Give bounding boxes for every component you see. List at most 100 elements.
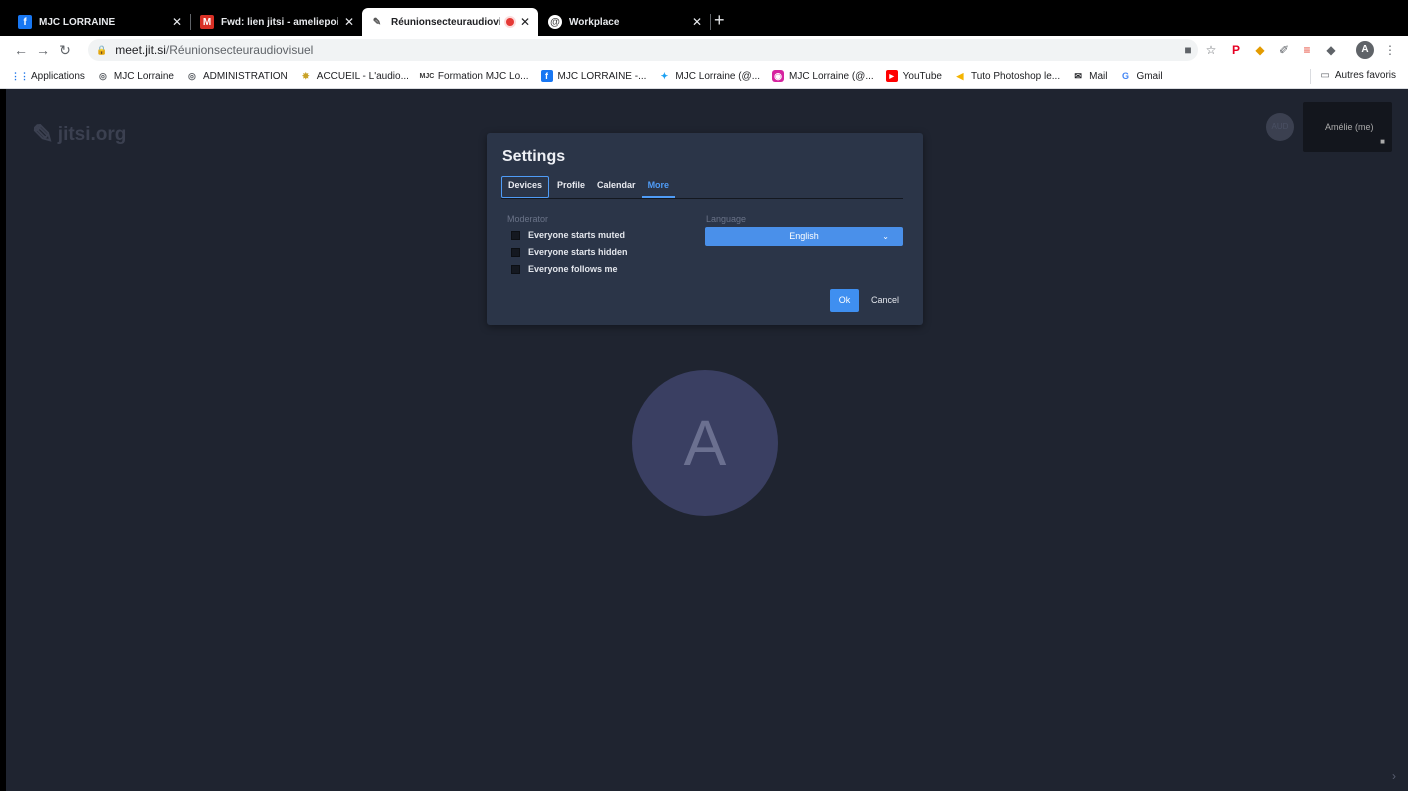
bookmark-mjc-facebook[interactable]: f MJC LORRAINE -... xyxy=(540,70,647,82)
back-icon[interactable]: ← xyxy=(10,42,32,58)
jitsi-icon: ✎ xyxy=(372,16,382,28)
bookmark-administration[interactable]: ◎ ADMINISTRATION xyxy=(186,70,288,82)
bookmark-formation[interactable]: MJC Formation MJC Lo... xyxy=(419,70,529,82)
tab-devices[interactable]: Devices xyxy=(501,176,550,198)
instagram-icon: ◉ xyxy=(772,70,785,82)
local-avatar-small: AUD xyxy=(1266,113,1294,141)
chevron-right-icon[interactable]: › xyxy=(1392,769,1396,783)
recording-indicator-icon xyxy=(505,18,514,26)
language-select-value: English xyxy=(789,231,819,241)
close-icon[interactable]: ✕ xyxy=(520,15,530,29)
other-bookmarks-label: Autres favoris xyxy=(1334,70,1396,81)
checkbox[interactable] xyxy=(511,264,520,274)
bookmark-star-icon[interactable]: ☆ xyxy=(1203,42,1219,58)
cancel-button[interactable]: Cancel xyxy=(867,289,903,312)
globe-icon: ◎ xyxy=(98,70,107,81)
dialog-title: Settings xyxy=(502,148,566,165)
camera-icon[interactable]: ■ xyxy=(1180,42,1196,58)
tab-title: Workplace xyxy=(569,16,620,28)
bookmark-label: MJC Lorraine (@... xyxy=(789,70,874,82)
bookmark-label: Gmail xyxy=(1136,70,1163,82)
bookmarks-separator xyxy=(1310,69,1311,84)
browser-tab-strip: f MJC LORRAINE ✕ M Fwd: lien jitsi - ame… xyxy=(0,0,1408,36)
folder-icon: ▭ xyxy=(1320,70,1330,81)
bookmark-label: Tuto Photoshop le... xyxy=(970,70,1061,82)
browser-tab-jitsi[interactable]: ✎ Réunionsecteuraudiovisue ✕ xyxy=(362,8,538,36)
bookmark-label: MJC LORRAINE -... xyxy=(557,70,647,82)
star-icon: ✸ xyxy=(302,70,310,81)
browser-tab-workplace[interactable]: @ Workplace ✕ xyxy=(540,8,710,36)
browser-tab-mjc-lorraine[interactable]: f MJC LORRAINE ✕ xyxy=(10,8,190,36)
lock-icon: 🔒 xyxy=(96,44,108,55)
bookmark-label: ADMINISTRATION xyxy=(202,70,288,82)
tab-separator xyxy=(710,14,711,30)
reload-icon[interactable]: ↻ xyxy=(54,42,76,59)
option-everyone-starts-muted[interactable]: Everyone starts muted xyxy=(511,230,625,240)
tag-icon[interactable]: ◆ xyxy=(1323,42,1339,58)
option-label: Everyone follows me xyxy=(528,264,618,274)
jitsi-meeting-page: ✎ jitsi.org AUD Amélie (me) ■ A › Settin… xyxy=(6,89,1408,791)
todoist-icon[interactable]: ≡ xyxy=(1299,42,1315,58)
tab-calendar[interactable]: Calendar xyxy=(591,176,642,198)
close-icon[interactable]: ✕ xyxy=(344,15,354,29)
bookmark-label: Formation MJC Lo... xyxy=(437,70,529,82)
jitsi-logo-text: jitsi.org xyxy=(57,123,127,145)
settings-tabs: Devices Profile Calendar More xyxy=(501,176,903,199)
tab-title: MJC LORRAINE xyxy=(39,16,116,28)
profile-avatar[interactable]: A xyxy=(1356,41,1374,59)
bookmark-tuto-photoshop[interactable]: ◀ Tuto Photoshop le... xyxy=(954,70,1061,82)
pinterest-icon[interactable]: P xyxy=(1228,42,1244,58)
bookmark-mjc-instagram[interactable]: ◉ MJC Lorraine (@... xyxy=(772,70,874,82)
bookmark-youtube[interactable]: ▶ YouTube xyxy=(885,70,942,82)
tab-more[interactable]: More xyxy=(641,176,676,198)
close-icon[interactable]: ✕ xyxy=(692,15,702,29)
checkbox[interactable] xyxy=(511,247,520,257)
twitter-icon: ✦ xyxy=(660,70,669,81)
bookmark-mjc-lorraine[interactable]: ◎ MJC Lorraine xyxy=(97,70,174,82)
tab-title: Réunionsecteuraudiovisue xyxy=(391,16,500,28)
globe-icon: ◎ xyxy=(188,70,196,81)
browser-toolbar: ← → ↻ 🔒 meet.jit.si/Réunionsecteuraudiov… xyxy=(0,36,1408,64)
option-label: Everyone starts hidden xyxy=(528,247,628,257)
other-bookmarks[interactable]: ▭ Autres favoris xyxy=(1320,70,1396,81)
browser-tab-gmail[interactable]: M Fwd: lien jitsi - ameliepoinsot. ✕ xyxy=(192,8,362,36)
facebook-icon: f xyxy=(18,15,32,29)
option-label: Everyone starts muted xyxy=(528,230,626,240)
bookmarks-bar: ⋮⋮ Applications ◎ MJC Lorraine ◎ ADMINIS… xyxy=(0,64,1408,89)
mail-icon: ✉ xyxy=(1074,70,1082,81)
local-video-thumbnail[interactable]: Amélie (me) ■ xyxy=(1303,102,1392,152)
more-menu-icon[interactable]: ⋮ xyxy=(1382,42,1398,58)
option-everyone-starts-hidden[interactable]: Everyone starts hidden xyxy=(511,247,628,257)
bookmark-label: ACCUEIL - L'audio... xyxy=(316,70,409,82)
option-everyone-follows-me[interactable]: Everyone follows me xyxy=(511,264,618,274)
extension-icon[interactable]: ◆ xyxy=(1252,42,1268,58)
mjc-icon: MJC xyxy=(419,72,435,80)
local-participant-name: Amélie (me) xyxy=(1325,122,1374,132)
bookmark-gmail[interactable]: G Gmail xyxy=(1119,70,1163,82)
apps-grid-icon: ⋮⋮ xyxy=(11,70,29,81)
bookmark-mail[interactable]: ✉ Mail xyxy=(1072,70,1107,82)
bookmark-label: MJC Lorraine xyxy=(113,70,174,82)
bookmark-accueil[interactable]: ✸ ACCUEIL - L'audio... xyxy=(300,70,409,82)
bookmark-label: Mail xyxy=(1089,70,1108,82)
chevron-down-icon: ⌄ xyxy=(882,232,889,241)
jitsi-logo[interactable]: ✎ jitsi.org xyxy=(32,119,126,150)
tab-profile[interactable]: Profile xyxy=(551,176,591,198)
eyedropper-icon[interactable]: ✐ xyxy=(1276,42,1292,58)
bookmark-mjc-twitter[interactable]: ✦ MJC Lorraine (@... xyxy=(658,70,760,82)
ok-button[interactable]: Ok xyxy=(830,289,859,312)
bookmark-applications[interactable]: ⋮⋮ Applications xyxy=(11,70,85,82)
url-host: meet.jit.si xyxy=(115,43,166,57)
jitsi-logo-icon: ✎ xyxy=(32,119,54,149)
close-icon[interactable]: ✕ xyxy=(172,15,182,29)
tab-separator xyxy=(190,14,191,30)
participant-avatar: A xyxy=(632,370,778,516)
facebook-icon: f xyxy=(540,70,553,82)
checkbox[interactable] xyxy=(511,230,520,240)
new-tab-button[interactable]: + xyxy=(714,10,725,30)
gmail-icon: M xyxy=(200,15,214,29)
video-muted-icon: ■ xyxy=(1380,137,1385,146)
address-bar[interactable]: 🔒 meet.jit.si/Réunionsecteuraudiovisuel xyxy=(88,39,1198,61)
language-select[interactable]: English ⌄ xyxy=(705,227,903,246)
forward-icon[interactable]: → xyxy=(32,42,54,58)
